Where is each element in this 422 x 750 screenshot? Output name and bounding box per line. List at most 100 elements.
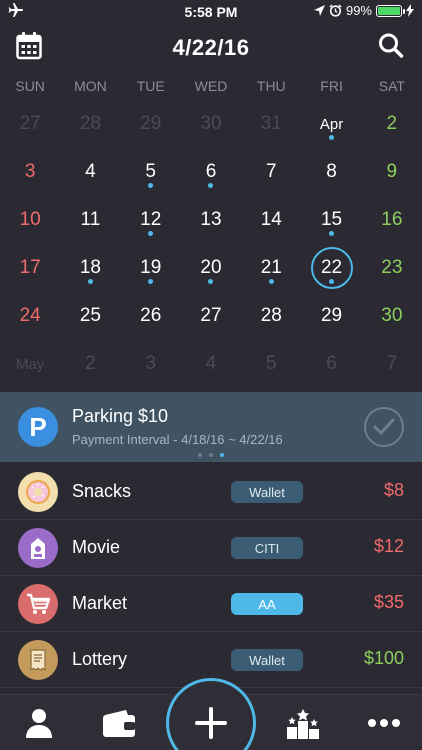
transaction-row[interactable]: Snacks Wallet $8 [0, 464, 422, 520]
calendar-day[interactable]: 3 [0, 148, 60, 196]
calendar-day[interactable]: 4 [181, 340, 241, 388]
day-number: 18 [79, 257, 101, 278]
day-number: 17 [19, 257, 41, 278]
calendar-day[interactable]: 24 [0, 292, 60, 340]
calendar-day[interactable]: 21 [241, 244, 301, 292]
calendar-day[interactable]: 12 [121, 196, 181, 244]
day-number: 7 [386, 353, 398, 374]
event-dot [148, 183, 154, 188]
day-number: 11 [80, 209, 101, 230]
event-card[interactable]: P Parking $10 Payment Interval - 4/18/16… [0, 392, 422, 462]
calendar-day[interactable]: 3 [121, 340, 181, 388]
account-badge: AA [231, 593, 303, 615]
ranking-icon[interactable] [283, 707, 323, 739]
calendar-day[interactable]: 30 [362, 292, 422, 340]
more-icon[interactable] [364, 707, 404, 739]
parking-icon: P [18, 407, 58, 447]
day-number: 9 [386, 161, 398, 182]
day-number: 23 [381, 257, 403, 278]
calendar-day[interactable]: 2 [362, 100, 422, 148]
calendar-day[interactable]: 9 [362, 148, 422, 196]
calendar-day[interactable]: 23 [362, 244, 422, 292]
calendar-day[interactable]: 25 [60, 292, 120, 340]
page-dot [209, 453, 213, 457]
day-number: 29 [320, 305, 343, 326]
calendar-day[interactable]: 15 [301, 196, 361, 244]
day-number: 31 [260, 113, 282, 134]
day-number: 6 [205, 161, 217, 182]
calendar-day[interactable]: 6 [301, 340, 361, 388]
alarm-icon [329, 4, 342, 17]
calendar-day[interactable]: 27 [181, 292, 241, 340]
calendar-day[interactable]: 30 [181, 100, 241, 148]
profile-icon[interactable] [19, 707, 59, 739]
day-number: 6 [326, 353, 337, 374]
day-number: May [15, 355, 45, 373]
event-dot [208, 183, 214, 188]
calendar-day[interactable]: 31 [241, 100, 301, 148]
day-number: 30 [200, 113, 222, 134]
day-number: 22 [320, 257, 343, 278]
account-badge: Wallet [231, 649, 303, 671]
status-right: 99% [313, 3, 414, 18]
calendar-day[interactable]: 17 [0, 244, 60, 292]
calendar-day[interactable]: 5 [121, 148, 181, 196]
day-number: 2 [85, 353, 96, 374]
calendar-day[interactable]: Apr [301, 100, 361, 148]
calendar-day[interactable]: 29 [301, 292, 361, 340]
calendar-day[interactable]: 20 [181, 244, 241, 292]
day-number: 28 [79, 113, 101, 134]
day-number: 27 [19, 113, 41, 134]
account-badge: Wallet [231, 481, 303, 503]
transaction-row[interactable]: Movie CITI $12 [0, 520, 422, 576]
calendar-day[interactable]: 19 [121, 244, 181, 292]
calendar-day[interactable]: 28 [60, 100, 120, 148]
transaction-amount: $12 [373, 536, 404, 556]
check-icon[interactable] [364, 407, 404, 447]
transaction-name: Movie [72, 537, 121, 557]
day-number: 15 [320, 209, 343, 230]
calendar-day[interactable]: 27 [0, 100, 60, 148]
calendar-day[interactable]: 11 [60, 196, 120, 244]
page-title[interactable]: 4/22/16 [0, 35, 422, 61]
day-number: 24 [19, 305, 41, 326]
calendar-day[interactable]: 18 [60, 244, 120, 292]
calendar-day-selected[interactable]: 22 [301, 244, 361, 292]
event-dot [148, 279, 154, 284]
weekday-label: THU [256, 78, 286, 94]
transaction-amount: $35 [373, 592, 404, 612]
day-number: 14 [260, 209, 282, 230]
add-icon[interactable] [166, 678, 256, 750]
calendar-day[interactable]: 7 [362, 340, 422, 388]
calendar-day[interactable]: 4 [60, 148, 120, 196]
day-number: 3 [24, 161, 36, 182]
day-number: 29 [140, 113, 162, 134]
day-number: 28 [260, 305, 282, 326]
calendar-day[interactable]: 26 [121, 292, 181, 340]
transaction-row[interactable]: Market AA $35 [0, 576, 422, 632]
calendar-day[interactable]: 10 [0, 196, 60, 244]
calendar-day[interactable]: 6 [181, 148, 241, 196]
day-number: 7 [265, 161, 277, 182]
day-number: 4 [85, 161, 96, 182]
cart-icon [18, 584, 58, 624]
calendar-day[interactable]: 8 [301, 148, 361, 196]
calendar-day[interactable]: 28 [241, 292, 301, 340]
calendar-day[interactable]: 5 [241, 340, 301, 388]
transaction-name: Market [72, 593, 128, 613]
calendar-day[interactable]: 7 [241, 148, 301, 196]
calendar-day[interactable]: 16 [362, 196, 422, 244]
page-indicator[interactable] [0, 453, 422, 457]
wallet-icon[interactable] [99, 707, 139, 739]
calendar-day[interactable]: 13 [181, 196, 241, 244]
calendar-day[interactable]: 2 [60, 340, 120, 388]
search-icon[interactable] [378, 32, 406, 62]
calendar-day[interactable]: May [0, 340, 60, 388]
donut-icon [18, 472, 58, 512]
calendar-day[interactable]: 14 [241, 196, 301, 244]
weekday-label: MON [74, 78, 107, 94]
day-number: 21 [260, 257, 282, 278]
transaction-amount: $100 [363, 648, 404, 668]
calendar-day[interactable]: 29 [121, 100, 181, 148]
transaction-list: Snacks Wallet $8 Movie CITI $12 Market AA $35 Lot… [0, 464, 422, 688]
